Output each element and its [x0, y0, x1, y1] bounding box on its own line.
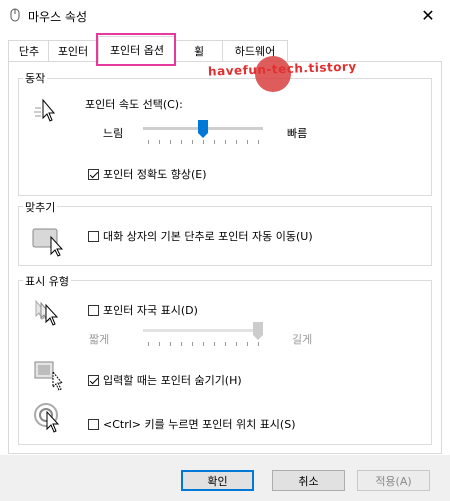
pointer-trails-slider[interactable]	[143, 322, 263, 348]
hide-pointer-checkbox[interactable]	[88, 374, 99, 386]
long-label: 길게	[292, 333, 313, 346]
precision-checkbox[interactable]	[88, 168, 99, 180]
slider-tick	[247, 342, 248, 346]
slider-tick	[236, 342, 237, 346]
ok-button[interactable]: 확인	[181, 470, 254, 491]
fast-label: 빠름	[287, 127, 308, 140]
cancel-button[interactable]: 취소	[272, 470, 345, 491]
tab-panel: 동작 포인터 속도 선택(C): 느림 빠름 포인터 정확도 향상(E) 맞추기…	[8, 61, 442, 454]
visibility-group-label: 표시 유형	[23, 273, 71, 289]
slider-tick	[258, 342, 259, 346]
window-title: 마우스 속성	[28, 10, 88, 24]
slider-tick	[181, 342, 182, 346]
tab-wheel[interactable]: 휠	[174, 40, 224, 61]
slider-tick	[225, 342, 226, 346]
slider-tick	[181, 140, 182, 144]
slider-tick	[170, 140, 171, 144]
pointer-trails-icon	[35, 299, 59, 326]
slider-tick	[214, 342, 215, 346]
slider-tick	[148, 140, 149, 144]
slider-tick	[192, 342, 193, 346]
slider-tick	[159, 342, 160, 346]
slider-tick	[258, 140, 259, 144]
motion-group-label: 동작	[23, 70, 48, 86]
hide-pointer-label: 입력할 때는 포인터 숨기기(H)	[103, 374, 242, 387]
close-icon: ✕	[421, 5, 435, 25]
tab-pointers[interactable]: 포인터	[48, 40, 98, 61]
slider-tick	[148, 342, 149, 346]
snap-checkbox[interactable]	[88, 230, 99, 242]
tab-buttons[interactable]: 단추	[8, 40, 50, 61]
speed-label: 포인터 속도 선택(C):	[85, 98, 183, 111]
trails-checkbox[interactable]	[88, 304, 99, 316]
ctrl-locate-label: <Ctrl> 키를 누르면 포인터 위치 표시(S)	[103, 418, 296, 431]
slow-label: 느림	[103, 127, 124, 140]
slider-tick	[203, 342, 204, 346]
slider-tick	[203, 140, 204, 144]
slider-tick	[236, 140, 237, 144]
ctrl-locate-checkbox[interactable]	[88, 418, 99, 430]
button-bar: 확인 취소 적용(A)	[0, 455, 450, 501]
slider-tick	[214, 140, 215, 144]
mouse-icon	[10, 8, 20, 22]
snap-checkbox-row[interactable]: 대화 상자의 기본 단추로 포인터 자동 이동(U)	[88, 228, 313, 244]
title-bar: 마우스 속성 ✕	[0, 0, 450, 30]
trails-slider-thumb[interactable]	[253, 322, 263, 340]
tab-strip: 단추 포인터 포인터 옵션 휠 하드웨어	[8, 36, 442, 63]
tab-pointer-options[interactable]: 포인터 옵션	[98, 36, 176, 63]
apply-button[interactable]: 적용(A)	[357, 470, 430, 491]
pointer-speed-slider[interactable]	[143, 120, 263, 146]
slider-tick	[192, 140, 193, 144]
locate-pointer-icon	[34, 403, 60, 433]
pointer-speed-icon	[34, 98, 56, 122]
ctrl-checkbox-row[interactable]: <Ctrl> 키를 누르면 포인터 위치 표시(S)	[88, 416, 296, 432]
snap-group-label: 맞추기	[23, 199, 58, 215]
close-button[interactable]: ✕	[406, 0, 450, 30]
snap-label: 대화 상자의 기본 단추로 포인터 자동 이동(U)	[103, 230, 313, 243]
precision-label: 포인터 정확도 향상(E)	[103, 168, 207, 181]
slider-tick	[247, 140, 248, 144]
trails-label: 포인터 자국 표시(D)	[103, 304, 198, 317]
snap-button-icon	[32, 228, 64, 257]
precision-checkbox-row[interactable]: 포인터 정확도 향상(E)	[88, 166, 207, 182]
trails-checkbox-row[interactable]: 포인터 자국 표시(D)	[88, 302, 198, 318]
short-label: 짧게	[89, 333, 110, 346]
speed-slider-thumb[interactable]	[198, 120, 208, 138]
slider-tick	[170, 342, 171, 346]
hide-checkbox-row[interactable]: 입력할 때는 포인터 숨기기(H)	[88, 372, 242, 388]
hide-pointer-icon	[34, 361, 64, 391]
slider-tick	[159, 140, 160, 144]
slider-tick	[225, 140, 226, 144]
